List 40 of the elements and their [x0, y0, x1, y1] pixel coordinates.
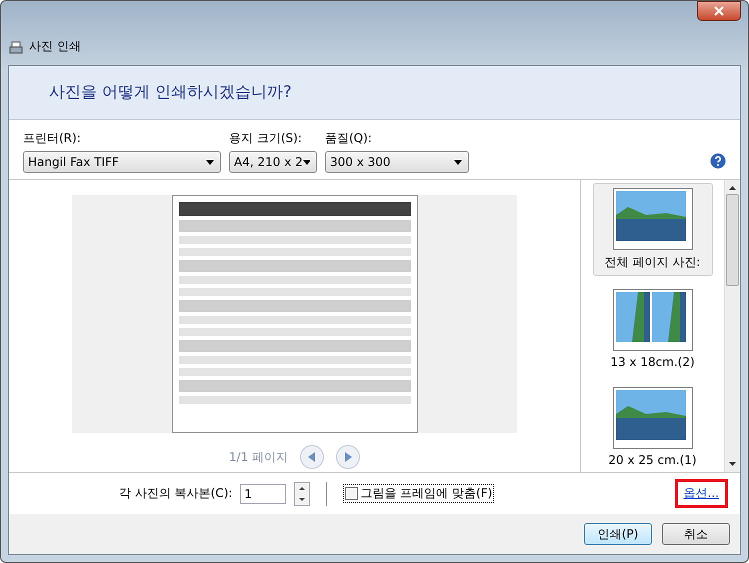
dropdown-caret-icon [206, 160, 214, 164]
copies-label: 각 사진의 복사본(C): [119, 485, 232, 502]
dropdown[interactable]: 300 x 300 [325, 151, 469, 173]
landscape-icon [616, 292, 650, 342]
landscape-icon [652, 292, 686, 342]
spin-button[interactable] [294, 482, 310, 506]
close-button[interactable] [697, 1, 741, 21]
dropdown-caret-icon [454, 160, 462, 164]
window-title: 사진 인쇄 [29, 38, 81, 55]
dropdown-caret-icon [302, 160, 310, 164]
printer-icon [9, 41, 23, 55]
fit-to-frame-checkbox[interactable]: 그림을 프레임에 맞춤(F) [343, 484, 494, 503]
dropdown[interactable]: Hangil Fax TIFF [23, 151, 221, 173]
layout-option[interactable]: 20 x 25 cm.(1) [592, 382, 712, 472]
checkbox-square[interactable] [345, 487, 358, 500]
left-arrow-icon [308, 452, 316, 462]
options-link[interactable]: 옵션... [674, 479, 728, 508]
field-label: 품질(Q): [325, 130, 373, 147]
landscape-icon [616, 191, 686, 241]
copies-field[interactable]: 1 [240, 484, 286, 504]
field-label: 프린터(R): [23, 130, 82, 147]
right-arrow-icon [344, 452, 352, 462]
page-indicator: 1/1 페이지 [228, 448, 288, 466]
scroll-down-icon[interactable] [729, 462, 736, 466]
scrollbar[interactable] [724, 180, 740, 472]
dropdown[interactable]: A4, 210 x 2 [229, 151, 317, 173]
up-arrow-icon[interactable] [299, 486, 306, 490]
next-page-button[interactable] [336, 445, 360, 469]
dialog-heading: 사진을 어떻게 인쇄하시겠습니까? [49, 82, 292, 103]
down-arrow-icon[interactable] [299, 498, 306, 500]
layout-option[interactable]: 13 x 18cm.(2) [592, 284, 712, 374]
layout-option[interactable]: 전체 페이지 사진: [592, 183, 712, 276]
dialog-button[interactable]: 인쇄(P) [584, 523, 652, 545]
dialog-button[interactable]: 취소 [662, 523, 730, 545]
landscape-icon [616, 390, 686, 440]
previous-page-button[interactable] [300, 445, 324, 469]
help-icon[interactable] [710, 153, 726, 169]
field-label: 용지 크기(S): [229, 130, 303, 147]
scroll-up-icon[interactable] [729, 186, 736, 190]
close-icon [714, 6, 724, 16]
